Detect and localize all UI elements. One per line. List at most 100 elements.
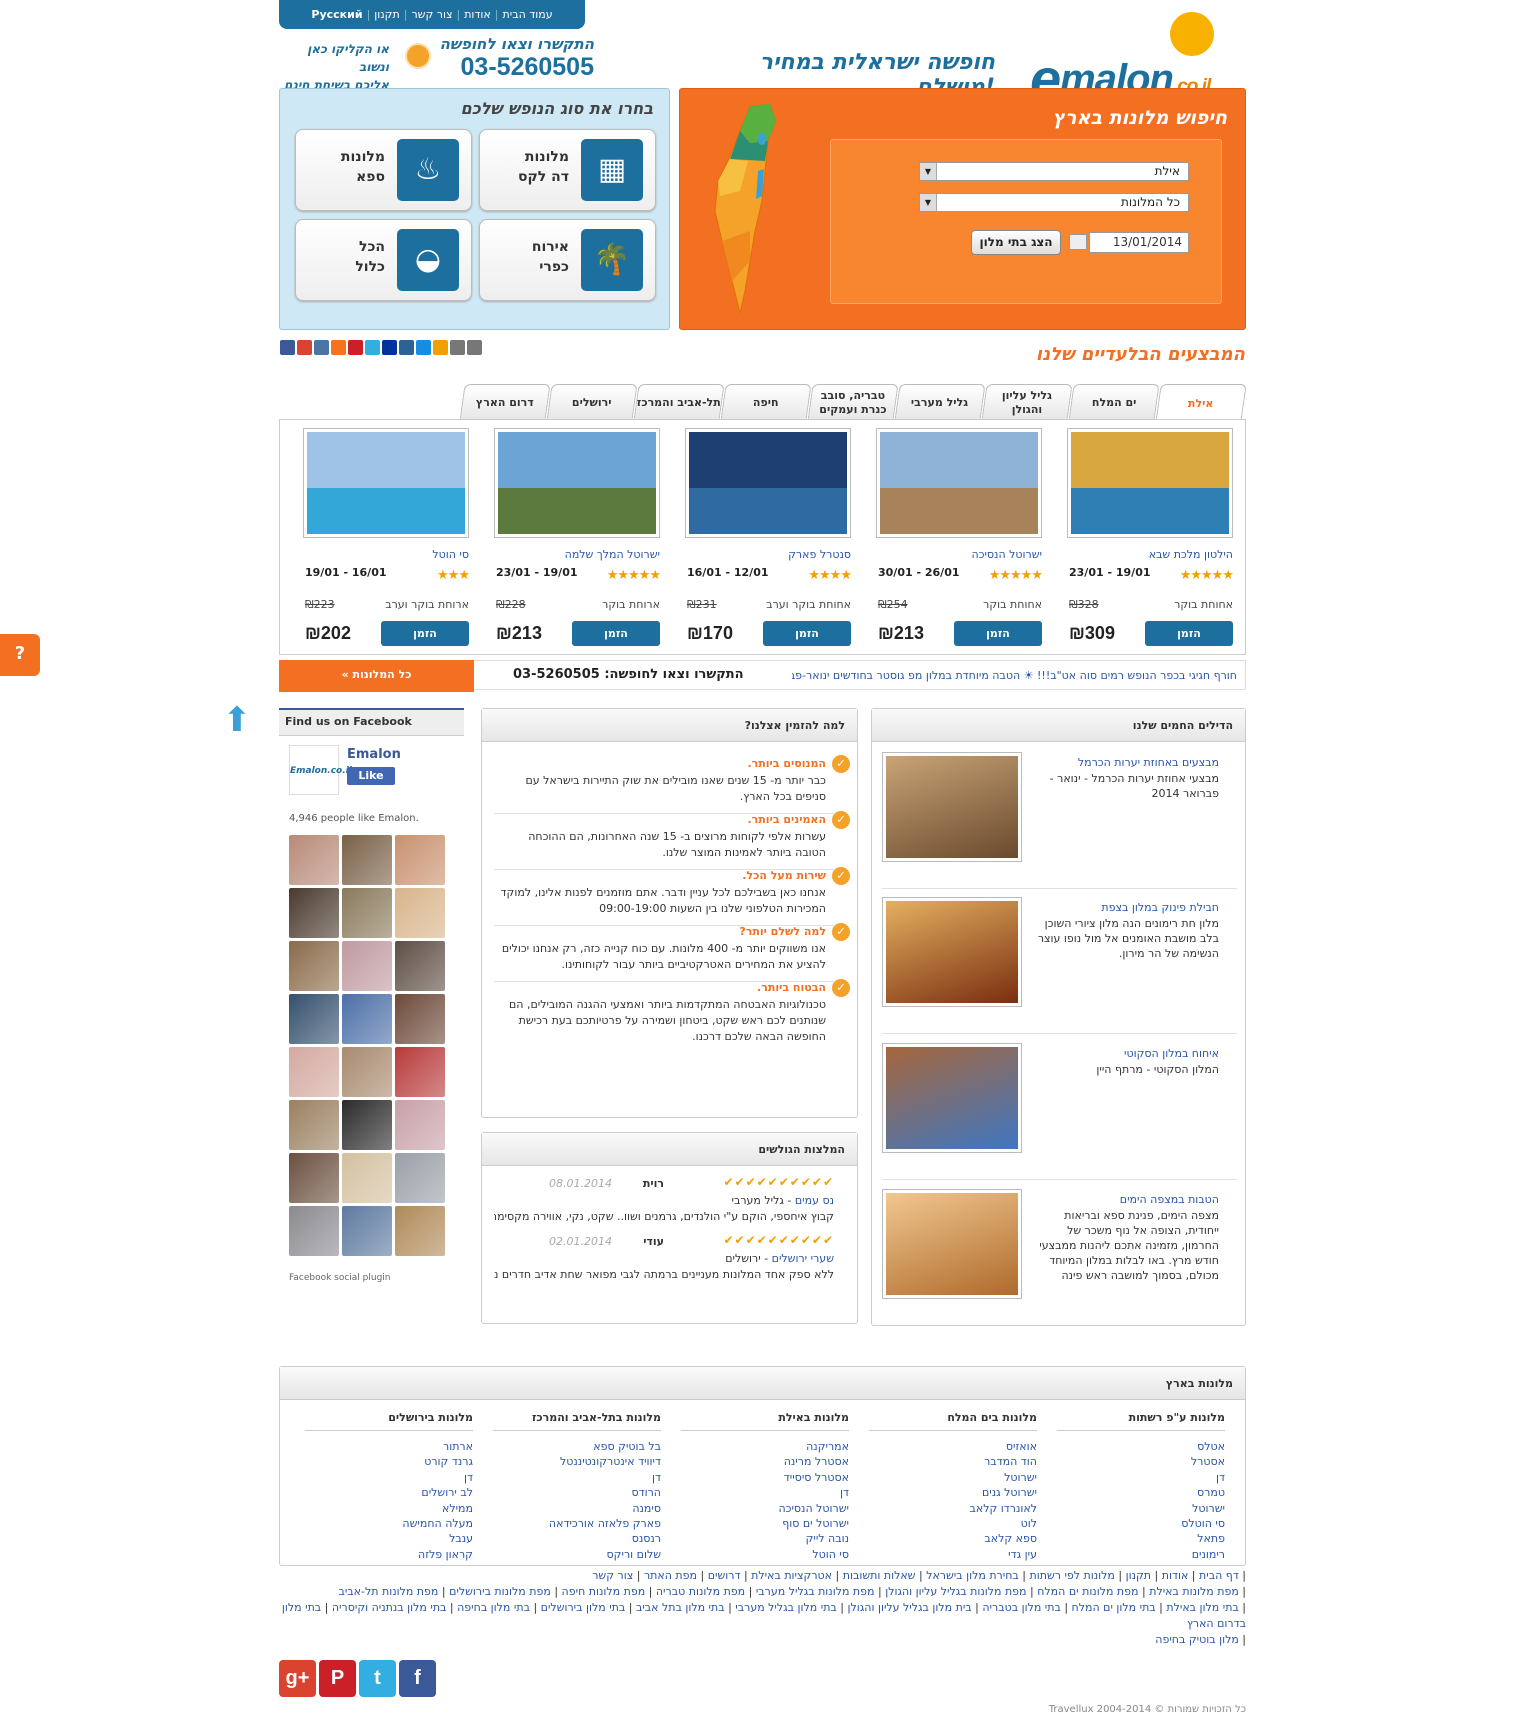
- footer-link[interactable]: מלון בוטיק בחיפה: [1155, 1633, 1239, 1646]
- facebook-fan-avatar[interactable]: [395, 941, 445, 991]
- twitter-icon[interactable]: t: [359, 1660, 396, 1697]
- livejournal-icon[interactable]: [399, 340, 414, 355]
- footer-link[interactable]: בית מלון בגליל עליון והגולן: [848, 1601, 972, 1614]
- facebook-plugin-label[interactable]: Facebook social plugin: [289, 1273, 391, 1283]
- footer-link[interactable]: דף הבית: [1199, 1569, 1239, 1582]
- google-plus-icon[interactable]: [297, 340, 312, 355]
- hotel-link[interactable]: פארק פלאזה אורכידאה: [493, 1516, 661, 1531]
- hotel-link[interactable]: רנסנס: [493, 1531, 661, 1546]
- facebook-fan-avatar[interactable]: [342, 1100, 392, 1150]
- all-hotels-button[interactable]: כל המלונות »: [279, 660, 474, 692]
- deal-image[interactable]: [882, 1043, 1022, 1153]
- tab-region[interactable]: ירושלים: [546, 384, 638, 421]
- hotel-link[interactable]: אסטרל מרינה: [681, 1454, 849, 1469]
- hotel-link[interactable]: דן: [305, 1470, 473, 1485]
- print-icon[interactable]: [450, 340, 465, 355]
- footer-link[interactable]: בתי מלון בחיפה: [457, 1601, 530, 1614]
- deal-title[interactable]: הטבות במצפה הימים: [1029, 1193, 1219, 1206]
- callback-text[interactable]: או הקליקו כאן ונשוב אליכם בשיחת חינם: [279, 40, 389, 94]
- review-hotel-link[interactable]: נס עמים: [795, 1194, 834, 1207]
- facebook-fan-avatar[interactable]: [289, 1153, 339, 1203]
- hotel-link[interactable]: אטלס: [1057, 1439, 1225, 1454]
- deal-title[interactable]: חבילת פינוק במלון בצפת: [1029, 901, 1219, 914]
- mailru-icon[interactable]: [416, 340, 431, 355]
- hotel-link[interactable]: ישרוטל גנים: [869, 1485, 1037, 1500]
- vk-icon[interactable]: [314, 340, 329, 355]
- calendar-icon[interactable]: [1069, 234, 1087, 250]
- footer-link[interactable]: אודות: [1162, 1569, 1189, 1582]
- hotel-image[interactable]: [876, 428, 1042, 538]
- hotel-image[interactable]: [303, 428, 469, 538]
- hotel-image[interactable]: [494, 428, 660, 538]
- hotel-link[interactable]: קראון פלזה: [305, 1547, 473, 1562]
- facebook-fan-avatar[interactable]: [342, 888, 392, 938]
- facebook-fan-avatar[interactable]: [395, 888, 445, 938]
- city-select[interactable]: אילת ▼: [919, 162, 1189, 181]
- hotel-link[interactable]: מעלה החמישה: [305, 1516, 473, 1531]
- hotel-name[interactable]: הילטון מלכת שבא: [1149, 548, 1233, 561]
- hotel-link[interactable]: גרנד קורט: [305, 1454, 473, 1469]
- deal-image[interactable]: [882, 1189, 1022, 1299]
- hotel-link[interactable]: סי הוטל: [681, 1547, 849, 1562]
- nav-item[interactable]: צור קשר: [411, 8, 452, 21]
- tab-region[interactable]: גליל עליון והגולן: [981, 384, 1073, 421]
- accessibility-button[interactable]: ?: [0, 634, 40, 676]
- type-spa-button[interactable]: ♨ מלונות ספא: [295, 129, 472, 211]
- type-deluxe-button[interactable]: ▦ מלונות דה לקס: [479, 129, 656, 211]
- hotel-link[interactable]: ארתור: [305, 1439, 473, 1454]
- hotel-image[interactable]: [685, 428, 851, 538]
- footer-link[interactable]: בתי מלון ים המלח: [1072, 1601, 1156, 1614]
- footer-link[interactable]: מפת מלונות ים המלח: [1037, 1585, 1138, 1598]
- twitter-icon[interactable]: [365, 340, 380, 355]
- hotel-image[interactable]: [1067, 428, 1233, 538]
- footer-link[interactable]: מפת מלונות חיפה: [562, 1585, 646, 1598]
- facebook-icon[interactable]: f: [399, 1660, 436, 1697]
- deal-title[interactable]: מבצעים באחוזת יערות הכרמל: [1029, 756, 1219, 769]
- facebook-fan-avatar[interactable]: [342, 835, 392, 885]
- facebook-fan-avatar[interactable]: [395, 994, 445, 1044]
- footer-link[interactable]: בתי מלון בגליל מערבי: [735, 1601, 837, 1614]
- facebook-fan-avatar[interactable]: [395, 1206, 445, 1256]
- facebook-fan-avatar[interactable]: [289, 994, 339, 1044]
- hotel-name[interactable]: סי הוטל: [432, 548, 469, 561]
- phone-icon[interactable]: [405, 43, 431, 69]
- facebook-fan-avatar[interactable]: [289, 1100, 339, 1150]
- facebook-fan-avatar[interactable]: [289, 888, 339, 938]
- arrow-up-icon[interactable]: ⬆: [222, 700, 252, 746]
- hotel-link[interactable]: אסטרל: [1057, 1454, 1225, 1469]
- tab-region[interactable]: גליל מערבי: [894, 384, 986, 421]
- tab-region[interactable]: דרום הארץ: [459, 384, 551, 421]
- hotel-link[interactable]: טמרס: [1057, 1485, 1225, 1500]
- facebook-fan-avatar[interactable]: [342, 1206, 392, 1256]
- date-input[interactable]: 13/01/2014: [1089, 232, 1189, 253]
- deal-title[interactable]: איחוח במלון הסקוטי: [1029, 1047, 1219, 1060]
- footer-link[interactable]: בחירת מלון בישראל: [926, 1569, 1019, 1582]
- tab-region[interactable]: תל-אביב והמרכז: [633, 384, 725, 421]
- facebook-fan-avatar[interactable]: [289, 1206, 339, 1256]
- hotel-link[interactable]: הוד המדבר: [869, 1454, 1037, 1469]
- hotel-link[interactable]: לב ירושלים: [305, 1485, 473, 1500]
- facebook-fan-avatar[interactable]: [395, 1047, 445, 1097]
- facebook-fan-avatar[interactable]: [395, 1153, 445, 1203]
- facebook-fan-avatar[interactable]: [342, 1153, 392, 1203]
- hotel-link[interactable]: ממילא: [305, 1501, 473, 1516]
- emalon-logo[interactable]: Emalon.co.il: [289, 745, 352, 795]
- facebook-fan-avatar[interactable]: [289, 941, 339, 991]
- hotel-link[interactable]: אסטרל סיסייד: [681, 1470, 849, 1485]
- hotel-link[interactable]: ענבל: [305, 1531, 473, 1546]
- settings-icon[interactable]: [433, 340, 448, 355]
- hotel-link[interactable]: ישרוטל ים סוף: [681, 1516, 849, 1531]
- ticker-text[interactable]: חורף חגיגי בכפר הנופש רמים סוה אט"ב!!! ☀…: [792, 669, 1237, 682]
- phone-contact-block[interactable]: התקשרו וצאו לחופשה 03-5260505 או הקליקו …: [279, 35, 594, 92]
- footer-link[interactable]: בתי מלון בטבריה: [982, 1601, 1060, 1614]
- footer-link[interactable]: בתי מלון בנתניה וקיסריה: [332, 1601, 447, 1614]
- hotel-link[interactable]: ישרוטל: [1057, 1501, 1225, 1516]
- hotel-filter-select[interactable]: כל המלונות ▼: [919, 193, 1189, 212]
- footer-link[interactable]: בתי מלון בתל אביב: [636, 1601, 725, 1614]
- tab-region[interactable]: ים המלח: [1068, 384, 1160, 421]
- hotel-name[interactable]: ישרוטל המלך שלמה: [565, 548, 660, 561]
- nav-item[interactable]: תקנון: [374, 8, 399, 21]
- book-button[interactable]: הזמן: [954, 621, 1042, 646]
- hotel-link[interactable]: ספא קלאב: [869, 1531, 1037, 1546]
- nav-item[interactable]: אודות: [464, 8, 491, 21]
